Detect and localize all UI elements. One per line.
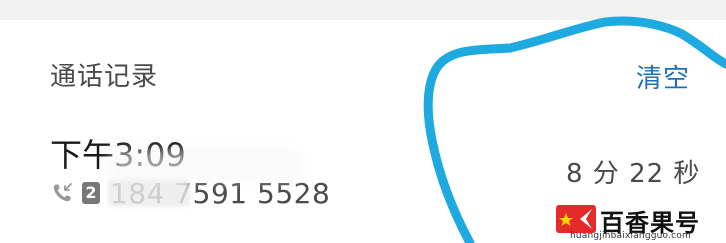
redaction-blur-top [110, 150, 300, 180]
watermark-url: huangjinbaixiangguo.com [570, 231, 691, 241]
phone-number: 184 7591 5528 [108, 177, 330, 210]
top-bar [0, 0, 726, 20]
call-meta-row: 2 184 7591 5528 [50, 176, 330, 210]
watermark-logo [556, 205, 596, 233]
call-duration: 8 分 22 秒 [566, 159, 701, 189]
redaction-blur [108, 178, 190, 207]
section-title: 通话记录 [50, 62, 159, 92]
clear-button[interactable]: 清空 [636, 58, 690, 95]
sim-badge: 2 [82, 182, 100, 204]
incoming-call-icon [53, 183, 72, 202]
call-record-screen: 通话记录 清空 下午3:09 2 184 7591 5528 8 分 22 秒 … [0, 0, 726, 243]
watermark: 百香果号 huangjinbaixiangguo.com [556, 203, 716, 241]
